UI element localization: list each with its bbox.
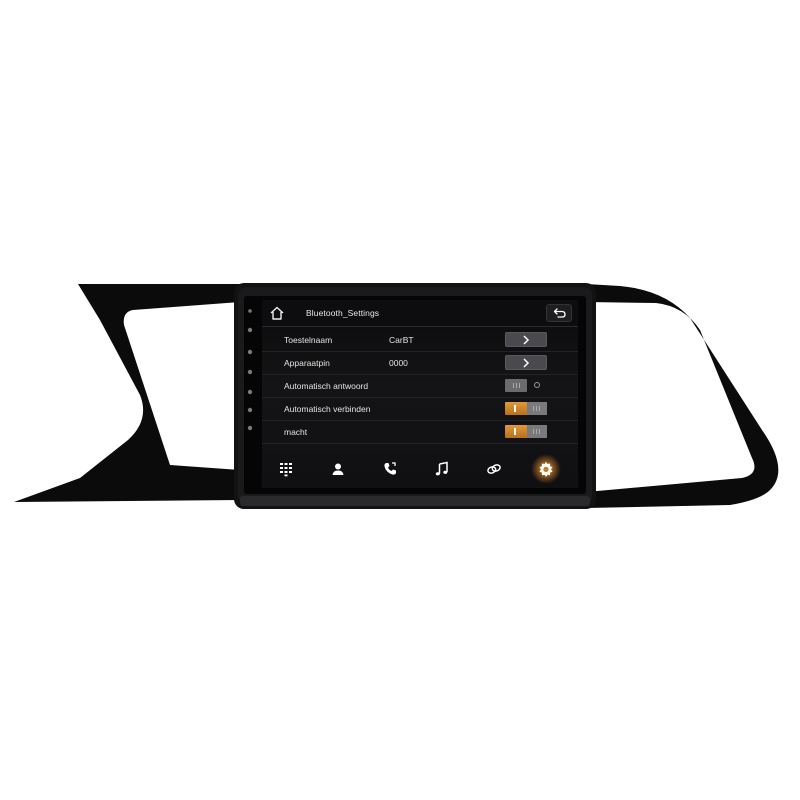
setting-label: Automatisch verbinden <box>284 404 371 414</box>
top-bar: Bluetooth_Settings <box>262 300 578 327</box>
setting-row-power[interactable]: macht <box>262 421 578 444</box>
tab-music[interactable] <box>429 456 455 482</box>
tab-call-log[interactable] <box>377 456 403 482</box>
setting-row-device-pin[interactable]: Apparaatpin 0000 <box>262 352 578 375</box>
setting-value: 0000 <box>389 358 408 368</box>
chevron-right-icon <box>523 335 530 345</box>
right-trim <box>586 284 779 508</box>
left-trim <box>14 284 240 502</box>
auto-answer-toggle[interactable] <box>505 379 547 392</box>
auto-connect-toggle[interactable] <box>505 402 547 415</box>
back-arrow-icon <box>553 308 566 318</box>
dialpad-icon <box>280 463 292 477</box>
tab-link[interactable] <box>481 456 507 482</box>
call-log-icon <box>384 462 396 475</box>
setting-row-device-name[interactable]: Toestelnaam CarBT <box>262 329 578 352</box>
tab-dialpad[interactable] <box>273 456 299 482</box>
screen: Bluetooth_Settings Toestelnaam CarBT App… <box>262 300 578 488</box>
home-icon[interactable] <box>268 304 286 322</box>
setting-label: Automatisch antwoord <box>284 381 369 391</box>
setting-label: Apparaatpin <box>284 358 330 368</box>
setting-label: Toestelnaam <box>284 335 333 345</box>
power-toggle[interactable] <box>505 425 547 438</box>
setting-value: CarBT <box>389 335 414 345</box>
page-title: Bluetooth_Settings <box>306 308 380 318</box>
chevron-right-icon <box>523 358 530 368</box>
contacts-icon <box>332 463 344 475</box>
tab-contacts[interactable] <box>325 456 351 482</box>
settings-icon <box>539 461 553 477</box>
setting-label: macht <box>284 427 308 437</box>
bottom-tab-bar <box>262 450 578 488</box>
music-icon <box>435 461 448 476</box>
back-button[interactable] <box>546 304 572 322</box>
device-pin-edit-button[interactable] <box>505 355 547 370</box>
device-name-edit-button[interactable] <box>505 332 547 347</box>
setting-row-auto-connect[interactable]: Automatisch verbinden <box>262 398 578 421</box>
setting-row-auto-answer[interactable]: Automatisch antwoord <box>262 375 578 398</box>
tab-settings[interactable] <box>531 454 561 484</box>
link-icon <box>487 464 501 474</box>
